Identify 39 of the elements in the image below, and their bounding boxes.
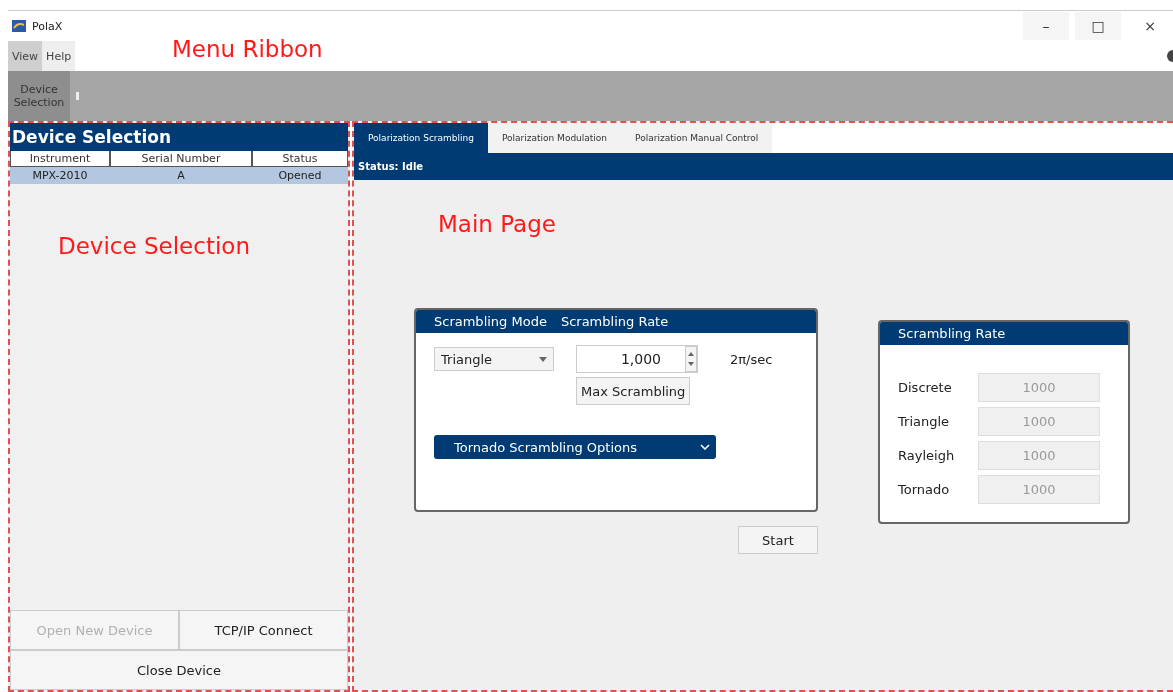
table-cell-text: Opened (277, 168, 323, 184)
panel-button[interactable]: Close Device (10, 650, 348, 690)
status-bar: Status: Idle (354, 153, 1173, 180)
caret-icon (539, 356, 547, 362)
rate-label: Triangle (898, 414, 951, 429)
options-dropdown[interactable]: Tornado Scrambling Options (434, 435, 716, 459)
chevron-icon (700, 444, 710, 450)
rate-spinbox[interactable]: 1,000 (576, 345, 698, 373)
ribbon-button[interactable]: Device Selection (8, 71, 70, 121)
close-button[interactable]: × (1127, 12, 1173, 40)
menu-item[interactable]: View (8, 41, 43, 71)
menu-item[interactable]: Help (42, 41, 76, 71)
annotation-label: Device Selection (58, 233, 250, 259)
rate-label: Rayleigh (898, 448, 956, 463)
panel-title: Device Selection (10, 123, 348, 151)
spin-arrows-icon[interactable] (685, 346, 697, 372)
rate-label: Tornado (898, 482, 951, 497)
card-header: Scrambling Mode (434, 314, 547, 329)
tab[interactable]: Polarization Manual Control (621, 123, 773, 153)
minimize-button[interactable]: – (1023, 12, 1069, 40)
max-scrambling-button[interactable]: Max Scrambling (576, 377, 691, 405)
unit-label: 2π/sec (729, 351, 774, 367)
table-cell-text: MPX-2010 (31, 168, 89, 184)
table-cell-text: A (176, 168, 186, 184)
start-button[interactable]: Start (738, 526, 818, 554)
annotation-label: Menu Ribbon (172, 36, 323, 62)
panel-button[interactable]: TCP/IP Connect (179, 610, 348, 650)
card-header: Scrambling Rate (898, 326, 1006, 341)
mode-dropdown[interactable]: Triangle (434, 347, 554, 371)
window-title: PolaX (32, 19, 64, 33)
rate-label: Discrete (898, 380, 953, 395)
tab[interactable]: Polarization Modulation (487, 123, 622, 153)
annotation-label: Main Page (438, 211, 556, 237)
device-row[interactable]: MPX-2010 A Opened (10, 167, 348, 184)
app-logo-icon (12, 20, 26, 32)
ribbon-grip (76, 92, 79, 100)
card-header: Scrambling Rate (560, 314, 669, 329)
maximize-button[interactable]: □ (1075, 12, 1121, 40)
tab[interactable]: Polarization Scrambling (354, 123, 488, 153)
